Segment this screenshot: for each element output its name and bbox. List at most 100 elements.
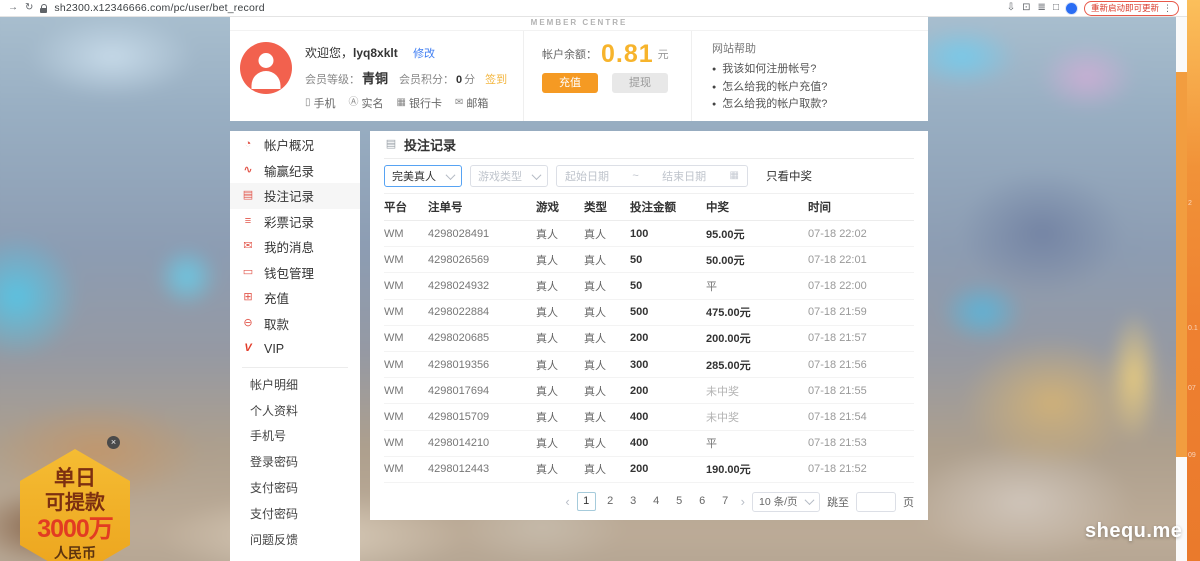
sidebar-secondary-item[interactable]: 手机号 xyxy=(230,423,360,449)
menu-dots-icon[interactable] xyxy=(1163,4,1172,13)
cell-platform: WM xyxy=(384,332,428,344)
update-button[interactable]: 重新启动即可更新 xyxy=(1084,1,1179,16)
table-row[interactable]: WM 4298026569 真人 真人 50 50.00元 07-18 22:0… xyxy=(384,247,914,273)
cell-game: 真人 xyxy=(536,252,584,268)
next-page-icon[interactable] xyxy=(741,495,745,508)
promo-hexagon[interactable]: 单日 可提款 3000万 人民币 xyxy=(20,449,130,561)
member-level: 青铜 xyxy=(362,68,388,87)
page-size-select[interactable]: 10 条/页 xyxy=(752,492,820,512)
sidebar-item[interactable]: 帐户概况 xyxy=(230,132,360,158)
table-row[interactable]: WM 4298019356 真人 真人 300 285.00元 07-18 21… xyxy=(384,352,914,378)
cell-win: 平 xyxy=(706,278,808,294)
cell-bet-number: 4298020685 xyxy=(428,332,536,344)
table-row[interactable]: WM 4298015709 真人 真人 400 未中奖 07-18 21:54 xyxy=(384,404,914,430)
table-row[interactable]: WM 4298012443 真人 真人 200 190.00元 07-18 21… xyxy=(384,457,914,483)
cell-amount: 300 xyxy=(630,359,706,371)
user-info-section: 欢迎您，lyq8xklt 修改 会员等级：青铜 会员积分：0分 签到 手 xyxy=(230,31,523,121)
sidebar-item[interactable]: 彩票记录 xyxy=(230,209,360,235)
sidebar-item[interactable]: 钱包管理 xyxy=(230,260,360,286)
prev-page-icon[interactable] xyxy=(565,495,569,508)
table-row[interactable]: WM 4298028491 真人 真人 100 95.00元 07-18 22:… xyxy=(384,221,914,247)
clock-icon xyxy=(241,139,255,150)
help-link[interactable]: 我该如何注册帐号? xyxy=(712,61,928,79)
bullet-icon xyxy=(712,84,716,91)
chevron-down-icon xyxy=(805,496,815,506)
extensions-icon[interactable] xyxy=(1022,3,1030,13)
sidebar-secondary-item[interactable]: 帐户明细 xyxy=(230,372,360,398)
sidebar-secondary-item[interactable]: 问题反馈 xyxy=(230,526,360,552)
envelope-icon xyxy=(241,241,255,252)
cell-time: 07-18 21:53 xyxy=(808,437,914,449)
sidebar-item[interactable]: 取款 xyxy=(230,311,360,337)
cell-time: 07-18 21:52 xyxy=(808,463,914,475)
table-row[interactable]: WM 4298014210 真人 真人 400 平 07-18 21:53 xyxy=(384,431,914,457)
verify-item[interactable]: 手机 xyxy=(305,95,336,111)
cell-type: 真人 xyxy=(584,330,630,346)
help-link[interactable]: 怎么给我的帐户取款? xyxy=(712,96,928,114)
page-jump-input[interactable] xyxy=(856,492,896,512)
withdraw-icon xyxy=(241,318,255,329)
close-icon[interactable] xyxy=(107,436,120,449)
page-title: 投注记录 xyxy=(404,135,456,154)
cell-time: 07-18 21:57 xyxy=(808,332,914,344)
page-number[interactable]: 3 xyxy=(625,493,642,510)
cell-game: 真人 xyxy=(536,357,584,373)
sidebar: 帐户概况 输赢纪录 投注记录 彩票记录 xyxy=(230,131,360,561)
sidebar-secondary-item[interactable]: 登录密码 xyxy=(230,449,360,475)
page-number[interactable]: 2 xyxy=(602,493,619,510)
page-number[interactable]: 5 xyxy=(671,493,688,510)
sidebar-item[interactable]: 我的消息 xyxy=(230,234,360,260)
page-number[interactable]: 6 xyxy=(694,493,711,510)
greeting-line: 欢迎您，lyq8xklt 修改 xyxy=(305,44,507,61)
browser-profile-avatar[interactable] xyxy=(1066,3,1077,14)
verify-item[interactable]: 邮箱 xyxy=(455,95,488,111)
cell-platform: WM xyxy=(384,306,428,318)
strip-fragment: 0.1 xyxy=(1188,325,1198,332)
table-row[interactable]: WM 4298017694 真人 真人 200 未中奖 07-18 21:55 xyxy=(384,378,914,404)
verify-row: 手机 实名 银行卡 xyxy=(305,95,507,111)
scrollbar-thumb[interactable] xyxy=(1176,72,1187,457)
platform-select[interactable]: 完美真人 xyxy=(384,165,462,187)
page-number[interactable]: 4 xyxy=(648,493,665,510)
sidebar-secondary-item[interactable]: 支付密码 xyxy=(230,500,360,526)
checkin-link[interactable]: 签到 xyxy=(485,71,507,87)
cell-bet-number: 4298015709 xyxy=(428,411,536,423)
withdraw-button[interactable]: 提现 xyxy=(612,73,668,93)
panel-icon[interactable] xyxy=(1038,3,1046,13)
sidebar-secondary-item[interactable]: 支付密码 xyxy=(230,475,360,501)
reload-icon[interactable] xyxy=(25,3,33,13)
table-row[interactable]: WM 4298020685 真人 真人 200 200.00元 07-18 21… xyxy=(384,326,914,352)
table-header: 平台注单号游戏类型投注金额中奖时间 xyxy=(384,193,914,221)
sidebar-item[interactable]: 投注记录 xyxy=(230,183,360,209)
recharge-button[interactable]: 充值 xyxy=(542,73,598,93)
cell-win: 未中奖 xyxy=(706,409,808,425)
verify-item[interactable]: 实名 xyxy=(349,95,384,111)
balance-section: 帐户余额： 0.81 元 充值 提现 xyxy=(523,31,691,121)
cell-time: 07-18 22:00 xyxy=(808,280,914,292)
cell-amount: 50 xyxy=(630,254,706,266)
sidebar-item[interactable]: 充值 xyxy=(230,285,360,311)
page-number[interactable]: 7 xyxy=(717,493,734,510)
help-link[interactable]: 怎么给我的帐户充值? xyxy=(712,79,928,97)
cell-win: 95.00元 xyxy=(706,226,808,242)
page-number[interactable]: 1 xyxy=(577,492,596,511)
download-icon[interactable] xyxy=(1007,3,1015,13)
screen: sh2300.x12346666.com/pc/user/bet_record … xyxy=(0,0,1200,561)
only-winning-filter[interactable]: 只看中奖 xyxy=(766,168,812,184)
game-type-select[interactable]: 游戏类型 xyxy=(470,165,548,187)
username: lyq8xklt xyxy=(353,46,398,60)
sidebar-secondary-item[interactable]: 个人资料 xyxy=(230,397,360,423)
date-range-picker[interactable]: 起始日期 ~ 结束日期 xyxy=(556,165,748,187)
date-end-placeholder: 结束日期 xyxy=(662,168,706,184)
forward-icon[interactable] xyxy=(8,3,18,13)
column-header: 类型 xyxy=(584,199,630,215)
url-text[interactable]: sh2300.x12346666.com/pc/user/bet_record xyxy=(54,2,264,14)
table-row[interactable]: WM 4298022884 真人 真人 500 475.00元 07-18 21… xyxy=(384,300,914,326)
tab-icon[interactable] xyxy=(1053,3,1059,13)
sidebar-item[interactable]: VIP xyxy=(230,336,360,362)
verify-item[interactable]: 银行卡 xyxy=(397,95,442,111)
cell-platform: WM xyxy=(384,437,428,449)
sidebar-item[interactable]: 输赢纪录 xyxy=(230,158,360,184)
table-row[interactable]: WM 4298024932 真人 真人 50 平 07-18 22:00 xyxy=(384,273,914,299)
edit-link[interactable]: 修改 xyxy=(413,48,435,60)
